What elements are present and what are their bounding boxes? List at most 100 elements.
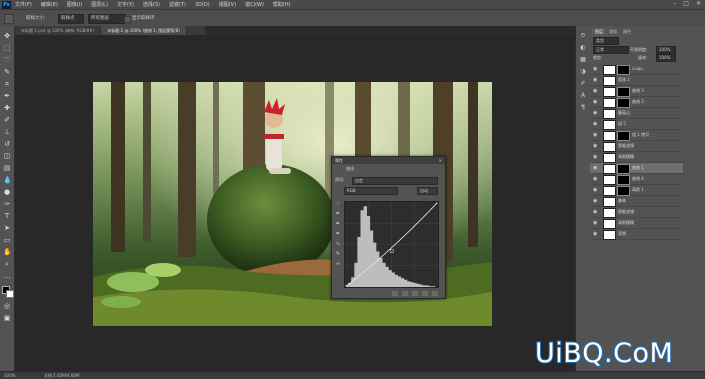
layer-mask-thumbnail[interactable] — [617, 98, 630, 108]
tab-channels[interactable]: 通道 — [606, 28, 620, 35]
visibility-icon[interactable] — [422, 291, 428, 296]
curve-edit-points-icon[interactable]: ∿ — [335, 241, 341, 247]
visibility-eye-icon[interactable]: ◉ — [593, 66, 599, 72]
tab-document-3[interactable] — [186, 26, 206, 35]
layer-kind-filter[interactable]: 类型 — [593, 37, 619, 45]
eraser-tool-icon[interactable]: ◫ — [3, 152, 11, 160]
white-point-eyedropper-icon[interactable]: ✒ — [335, 231, 341, 237]
eyedropper-tool-icon[interactable] — [4, 14, 14, 24]
view-previous-icon[interactable] — [402, 291, 408, 296]
menu-file[interactable]: 文件(F) — [15, 1, 32, 8]
visibility-eye-icon[interactable]: ◉ — [593, 77, 599, 83]
more-tools-icon[interactable]: … — [3, 272, 11, 280]
visibility-eye-icon[interactable]: ◉ — [593, 143, 599, 149]
type-tool-icon[interactable]: T — [3, 212, 11, 220]
minimize-icon[interactable]: – — [673, 0, 676, 7]
visibility-eye-icon[interactable]: ◉ — [593, 99, 599, 105]
menu-filter[interactable]: 滤镜(T) — [169, 1, 186, 8]
layer-row[interactable]: ◉ 高斯模糊 — [590, 152, 683, 163]
black-point-eyedropper-icon[interactable]: ✒ — [335, 211, 341, 217]
gray-point-eyedropper-icon[interactable]: ✒ — [335, 221, 341, 227]
tab-document-1[interactable]: 未标题-1.psd @ 100% (森林, RGB/8#) — [15, 26, 102, 35]
layer-row[interactable]: ◉ 组 1 拷贝 — [590, 130, 683, 141]
fill-input[interactable]: 100% — [656, 54, 676, 62]
menu-view[interactable]: 视图(V) — [219, 1, 236, 8]
visibility-eye-icon[interactable]: ◉ — [593, 187, 599, 193]
sample-size-select[interactable]: 取样点 — [58, 14, 84, 24]
crop-tool-icon[interactable]: ⌗ — [3, 80, 11, 88]
marquee-tool-icon[interactable]: ⬚ — [3, 44, 11, 52]
dodge-tool-icon[interactable]: ● — [3, 188, 11, 196]
eyedropper-tool-icon[interactable]: ✒ — [3, 92, 11, 100]
layers-panel-scroll-gutter[interactable] — [687, 26, 705, 371]
pen-tool-icon[interactable]: ✑ — [3, 200, 11, 208]
menu-help[interactable]: 帮助(H) — [273, 1, 291, 8]
visibility-eye-icon[interactable]: ◉ — [593, 209, 599, 215]
auto-button[interactable]: 自动 — [417, 187, 438, 195]
visibility-eye-icon[interactable]: ◉ — [593, 231, 599, 237]
menu-type[interactable]: 文字(Y) — [117, 1, 134, 8]
close-icon[interactable]: ✕ — [696, 0, 701, 7]
layer-mask-thumbnail[interactable] — [617, 175, 630, 185]
history-brush-tool-icon[interactable]: ↺ — [3, 140, 11, 148]
layer-mask-thumbnail[interactable] — [617, 186, 630, 196]
blur-tool-icon[interactable]: 💧 — [3, 176, 12, 184]
preset-select[interactable]: 自定 — [352, 177, 438, 185]
history-panel-icon[interactable]: ⏲ — [579, 32, 587, 40]
menu-layer[interactable]: 图层(L) — [91, 1, 108, 8]
layer-row[interactable]: ◉ 曲线 2 — [590, 97, 683, 108]
visibility-eye-icon[interactable]: ◉ — [593, 176, 599, 182]
delete-adjustment-icon[interactable] — [432, 291, 438, 296]
on-image-adjust-icon[interactable]: ☝ — [335, 201, 341, 207]
path-select-tool-icon[interactable]: ➤ — [3, 224, 11, 232]
menu-3d[interactable]: 3D(D) — [195, 2, 210, 8]
layer-row[interactable]: ◉ 蘑菇山 — [590, 108, 683, 119]
sample-layers-select[interactable]: 所有图层 — [88, 14, 126, 24]
layer-row[interactable]: ◉ 曲线 1 — [590, 163, 683, 174]
adjustments-panel-icon[interactable]: ◑ — [579, 68, 587, 76]
quick-mask-icon[interactable]: ◎ — [3, 302, 11, 310]
visibility-eye-icon[interactable]: ◉ — [593, 121, 599, 127]
visibility-eye-icon[interactable]: ◉ — [593, 110, 599, 116]
healing-brush-tool-icon[interactable]: ✚ — [3, 104, 11, 112]
layer-mask-thumbnail[interactable] — [617, 65, 630, 75]
layer-row[interactable]: ◉ 曲线 4 — [590, 174, 683, 185]
curve-draw-pencil-icon[interactable]: ✎ — [335, 251, 341, 257]
menu-edit[interactable]: 编辑(E) — [41, 1, 58, 8]
visibility-eye-icon[interactable]: ◉ — [593, 165, 599, 171]
brush-tool-icon[interactable]: ✐ — [3, 116, 11, 124]
show-ring-checkbox[interactable] — [124, 16, 131, 23]
panel-close-icon[interactable]: ✕ — [439, 157, 442, 164]
background-color-swatch[interactable] — [6, 290, 14, 298]
layer-row[interactable]: ◉ 森林 — [590, 196, 683, 207]
tab-layers[interactable]: 图层 — [592, 28, 606, 35]
clone-stamp-tool-icon[interactable]: ⊥ — [3, 128, 11, 136]
layer-row[interactable]: ◉ 曲线 3 — [590, 86, 683, 97]
layer-row[interactable]: ◉ 高斯 1 — [590, 185, 683, 196]
visibility-eye-icon[interactable]: ◉ — [593, 88, 599, 94]
layer-mask-thumbnail[interactable] — [617, 164, 630, 174]
layer-row[interactable]: ◉ 高斯模糊 — [590, 218, 683, 229]
smooth-curve-icon[interactable]: ≈ — [335, 261, 341, 267]
quick-select-tool-icon[interactable]: ✎ — [3, 68, 11, 76]
layer-row[interactable]: ◉ 男孩 2 — [590, 75, 683, 86]
maximize-icon[interactable]: □ — [683, 0, 689, 7]
swatches-panel-icon[interactable]: ▦ — [579, 56, 587, 64]
blend-mode-select[interactable]: 正常 — [593, 46, 629, 54]
color-panel-icon[interactable]: ◐ — [579, 44, 587, 52]
layer-mask-thumbnail[interactable] — [617, 87, 630, 97]
layer-row[interactable]: ◉ 组 5 — [590, 119, 683, 130]
character-panel-icon[interactable]: A — [579, 92, 587, 100]
screen-mode-icon[interactable]: ▣ — [3, 314, 11, 322]
paragraph-panel-icon[interactable]: ¶ — [579, 104, 587, 112]
layer-row[interactable]: ◉ cuiqu — [590, 64, 683, 75]
hand-tool-icon[interactable]: ✋ — [3, 248, 12, 256]
menu-image[interactable]: 图像(I) — [67, 1, 82, 8]
tab-paths[interactable]: 路径 — [620, 28, 634, 35]
properties-title-bar[interactable]: 属性 ✕ — [332, 157, 445, 164]
channel-select[interactable]: RGB — [344, 187, 398, 195]
opacity-input[interactable]: 100% — [656, 46, 676, 54]
move-tool-icon[interactable]: ✥ — [3, 32, 11, 40]
visibility-eye-icon[interactable]: ◉ — [593, 198, 599, 204]
tab-document-2[interactable]: 未标题-2 @ 100% (曲线 1, 图层蒙版/8) — [101, 26, 187, 35]
